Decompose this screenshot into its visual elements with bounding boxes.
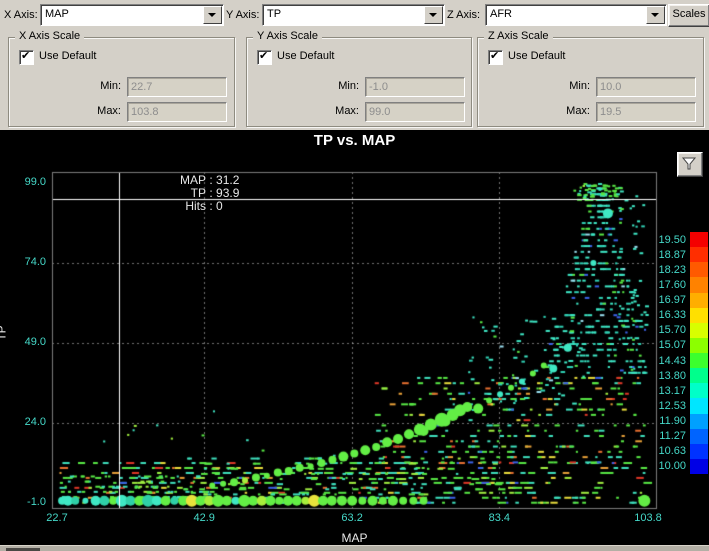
x-tick-label: 22.7 [46,512,68,524]
chart-title: TP vs. MAP [313,132,396,149]
y-min-input[interactable] [365,77,465,97]
z-use-default-checkbox[interactable]: ✔ [488,50,503,65]
x-tick-label: 63.2 [341,512,363,524]
colorbar-segment [690,232,708,248]
colorbar-label: 18.87 [658,248,686,261]
z-axis-select[interactable]: AFR [485,4,667,26]
x-max-label: Max: [97,105,121,117]
y-axis-select[interactable]: TP [262,4,445,26]
check-icon: ✔ [21,50,31,62]
colorbar-label: 11.27 [659,430,686,443]
readout-tp-value: 93.9 [216,186,240,200]
x-min-label: Min: [100,80,121,92]
colorbar-segment [690,383,708,399]
z-use-default-label: Use Default [508,50,566,62]
colorbar-label: 17.60 [658,278,686,291]
x-axis-value: MAP [45,8,69,20]
z-axis-scale-group-title: Z Axis Scale [484,30,553,42]
colorbar-segment [690,443,708,459]
x-axis-select[interactable]: MAP [40,4,224,26]
x-min-input[interactable] [127,77,227,97]
colorbar-label: 15.70 [658,324,686,337]
x-max-input[interactable] [127,102,227,122]
colorbar-segment [690,353,708,369]
colorbar-segment [690,322,708,338]
colorbar-segment [690,247,708,263]
x-axis-label: X Axis: [4,9,38,21]
colorbar-segment [690,458,708,474]
chevron-down-icon[interactable] [424,6,443,24]
filter-button[interactable] [677,152,703,177]
x-axis-scale-group-title: X Axis Scale [15,30,85,42]
colorbar-segment [690,292,708,308]
x-tick-label: 42.9 [193,512,215,524]
bottom-window-edge [0,545,709,551]
colorbar-label: 15.07 [658,339,686,352]
colorbar-label: 13.17 [658,384,686,397]
y-tick-label: 49.0 [24,336,46,348]
scales-button[interactable]: Scales [668,4,709,27]
y-use-default-checkbox[interactable]: ✔ [257,50,272,65]
z-max-input[interactable] [596,102,696,122]
colorbar-segment [690,337,708,353]
colorbar-segment [690,413,708,429]
y-use-default-label: Use Default [277,50,335,62]
colorbar-label: 18.23 [658,263,686,276]
x-use-default-checkbox[interactable]: ✔ [19,50,34,65]
check-icon: ✔ [259,50,269,62]
x-tick-label: 83.4 [488,512,511,524]
y-axis-scale-group-title: Y Axis Scale [253,30,322,42]
y-tick-label: 24.0 [24,416,46,428]
x-axis-scale-group: X Axis Scale ✔ Use Default Min: Max: [8,30,235,127]
z-min-input[interactable] [596,77,696,97]
chevron-down-icon[interactable] [646,6,665,24]
chart-area: TP vs. MAP MAP : 31.2 TP : 93.9 Hits : 0… [0,130,709,545]
y-tick-label: 99.0 [24,176,46,188]
colorbar-label: 11.90 [659,415,686,428]
check-icon: ✔ [490,50,500,62]
colorbar-label: 10.00 [658,460,686,473]
axis-control-panel: X Axis: MAP Y Axis: TP Z Axis: AFR Scale… [0,0,709,130]
x-use-default-label: Use Default [39,50,97,62]
y-axis-scale-group: Y Axis Scale ✔ Use Default Min: Max: [246,30,472,127]
funnel-filter-icon [681,157,697,170]
colorbar-label: 12.53 [658,399,686,412]
colorbar-segment [690,262,708,278]
y-tick-label: 74.0 [24,256,46,268]
colorbar-label: 16.97 [658,294,686,307]
z-axis-label: Z Axis: [447,9,481,21]
colorbar-label: 16.33 [658,309,686,322]
x-tick-label: 103.8 [634,512,662,524]
readout-hits-label: Hits [185,199,206,213]
readout-hits-value: 0 [216,199,223,213]
colorbar-segment [690,277,708,293]
z-axis-scale-group: Z Axis Scale ✔ Use Default Min: Max: [477,30,704,127]
log-viewer-window: X Axis: MAP Y Axis: TP Z Axis: AFR Scale… [0,0,709,551]
y-tick-label: -1.0 [27,496,46,508]
z-min-label: Min: [569,80,590,92]
z-axis-value: AFR [490,8,512,20]
x-axis-title: MAP [341,531,368,545]
chevron-down-icon[interactable] [203,6,222,24]
colorbar-segment [690,398,708,414]
colorbar-label: 19.50 [658,233,686,246]
y-min-label: Min: [338,80,359,92]
colorbar-segment [690,368,708,384]
y-axis-value: TP [267,8,282,20]
y-axis-label: Y Axis: [226,9,260,21]
y-max-label: Max: [335,105,359,117]
z-max-label: Max: [566,105,590,117]
colorbar-segment [690,307,708,323]
scatter-plot-canvas[interactable] [0,130,709,545]
crosshair-readout: MAP : 31.2 TP : 93.9 Hits : 0 [150,174,239,213]
readout-map-value: 31.2 [216,173,240,187]
afr-colorbar [690,232,708,474]
colorbar-segment [690,428,708,444]
colorbar-label: 10.63 [658,445,686,458]
y-max-input[interactable] [365,102,465,122]
colorbar-label: 14.43 [658,354,686,367]
colorbar-label: 13.80 [658,369,686,382]
